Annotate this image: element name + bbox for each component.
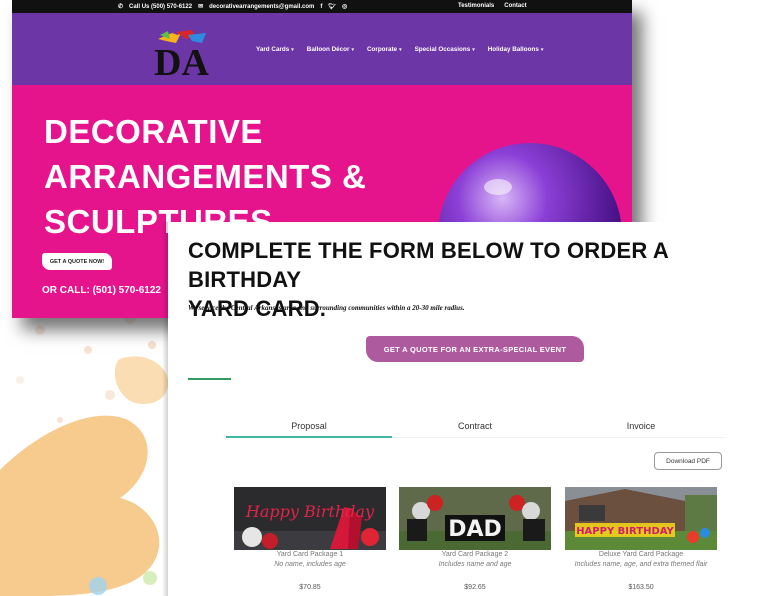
package-price: $92.65	[464, 584, 486, 591]
package-image: Happy Birthday	[234, 487, 386, 550]
main-navigation: DA Yard Cards ▾ Balloon Décor ▾ Corporate ▾…	[12, 13, 632, 85]
call-line: OR CALL: (501) 570-6122	[42, 285, 161, 296]
tab-baseline	[392, 437, 726, 438]
logo-lettering: DA	[154, 42, 209, 79]
nav-menu: Yard Cards ▾ Balloon Décor ▾ Corporate ▾ Sp…	[256, 46, 543, 53]
package-name: Yard Card Package 2	[441, 551, 509, 558]
topbar-email[interactable]: decorativearrangements@gmail.com	[209, 4, 314, 10]
nav-item-balloon-decor[interactable]: Balloon Décor ▾	[307, 46, 354, 53]
package-price: $70.85	[299, 584, 321, 591]
nav-item-special-occasions[interactable]: Special Occasions ▾	[415, 46, 475, 53]
package-image: HAPPY BIRTHDAY	[565, 487, 717, 550]
package-card[interactable]: Happy Birthday Yard Card Package 1 No na…	[234, 487, 386, 591]
tab-proposal[interactable]: Proposal	[226, 416, 392, 438]
get-quote-now-button[interactable]: GET A QUOTE NOW!	[42, 253, 112, 270]
chevron-down-icon: ▾	[399, 46, 402, 53]
tab-invoice[interactable]: Invoice	[558, 416, 724, 436]
call-label: OR CALL:	[42, 285, 90, 296]
document-tabs: Proposal Contract Invoice	[226, 416, 726, 438]
package-card[interactable]: DAD Yard Card Package 2 Includes name an…	[399, 487, 551, 591]
twitter-icon[interactable]: 🐦︎	[328, 3, 336, 10]
nav-item-holiday-balloons[interactable]: Holiday Balloons ▾	[488, 46, 544, 53]
phone-icon: ✆	[118, 4, 124, 10]
email-icon: ✉	[198, 4, 204, 10]
package-description: Includes name, age, and extra themed fla…	[574, 561, 708, 568]
chevron-down-icon: ▾	[472, 46, 475, 53]
top-contact-bar: ✆ Call Us (500) 570-6122 ✉ decorativearr…	[12, 0, 632, 13]
package-price: $163.50	[628, 584, 654, 591]
nav-item-yard-cards[interactable]: Yard Cards ▾	[256, 46, 294, 53]
topbar-link-contact[interactable]: Contact	[504, 3, 526, 9]
sign-lettering: Happy Birthday	[245, 502, 375, 521]
download-pdf-button[interactable]: Download PDF	[654, 452, 722, 470]
package-description: No name, includes age	[274, 561, 346, 568]
package-card[interactable]: HAPPY BIRTHDAY Deluxe Yard Card Package …	[565, 487, 717, 591]
chevron-down-icon: ▾	[540, 46, 544, 53]
order-form-window: COMPLETE THE FORM BELOW TO ORDER A BIRTH…	[168, 222, 774, 596]
call-number[interactable]: (501) 570-6122	[93, 285, 161, 296]
topbar-phone[interactable]: Call Us (500) 570-6122	[129, 4, 192, 10]
package-description: Includes name and age	[438, 561, 512, 568]
site-logo[interactable]: DA	[152, 29, 214, 79]
chevron-down-icon: ▾	[351, 46, 354, 53]
topbar-link-testimonials[interactable]: Testimonials	[458, 3, 494, 9]
accent-divider	[188, 378, 231, 380]
facebook-icon[interactable]: f	[320, 4, 322, 10]
chevron-down-icon: ▾	[291, 46, 294, 53]
package-name: Yard Card Package 1	[276, 551, 344, 558]
tab-contract[interactable]: Contract	[392, 416, 558, 436]
extra-special-quote-button[interactable]: GET A QUOTE FOR AN EXTRA-SPECIAL EVENT	[366, 336, 584, 362]
instagram-icon[interactable]: ◎	[342, 3, 347, 10]
sign-lettering: DAD	[448, 517, 502, 542]
service-area-text: We service the Central Arkansas area and…	[188, 304, 465, 312]
nav-item-corporate[interactable]: Corporate ▾	[367, 46, 402, 53]
package-name: Deluxe Yard Card Package	[598, 551, 684, 558]
sign-lettering: HAPPY BIRTHDAY	[576, 526, 674, 537]
package-image: DAD	[399, 487, 551, 550]
